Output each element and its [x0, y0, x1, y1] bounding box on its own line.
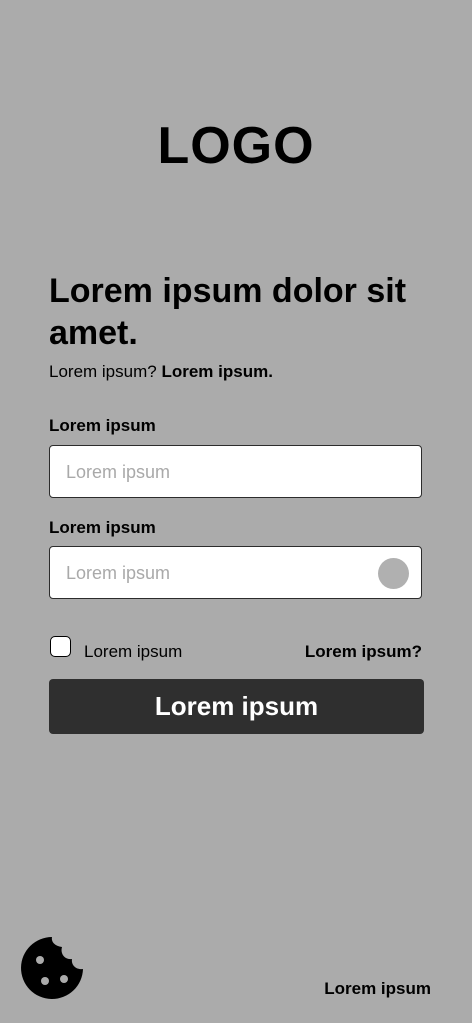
- field1-container[interactable]: [49, 445, 422, 499]
- forgot-link[interactable]: Lorem ipsum?: [305, 642, 422, 662]
- remember-checkbox[interactable]: [50, 636, 71, 657]
- field1-label: Lorem ipsum: [49, 416, 156, 435]
- signup-link[interactable]: Lorem ipsum.: [161, 362, 272, 381]
- field1-input[interactable]: [64, 446, 368, 499]
- signup-prompt: Lorem ipsum? Lorem ipsum.: [49, 362, 273, 382]
- field2-input[interactable]: [64, 547, 368, 600]
- cookie-icon[interactable]: [19, 935, 85, 1001]
- logo: LOGO: [157, 117, 315, 175]
- submit-button[interactable]: Lorem ipsum: [49, 679, 424, 734]
- options-row: Lorem ipsum Lorem ipsum?: [49, 635, 422, 665]
- page-title: Lorem ipsum dolor sit amet.: [49, 272, 407, 352]
- visibility-toggle-icon[interactable]: [378, 558, 409, 589]
- field2-label: Lorem ipsum: [49, 518, 156, 537]
- footer-link[interactable]: Lorem ipsum: [324, 979, 431, 999]
- signup-prompt-text: Lorem ipsum?: [49, 362, 157, 381]
- field2-container[interactable]: [49, 546, 422, 600]
- remember-label[interactable]: Lorem ipsum: [84, 642, 182, 662]
